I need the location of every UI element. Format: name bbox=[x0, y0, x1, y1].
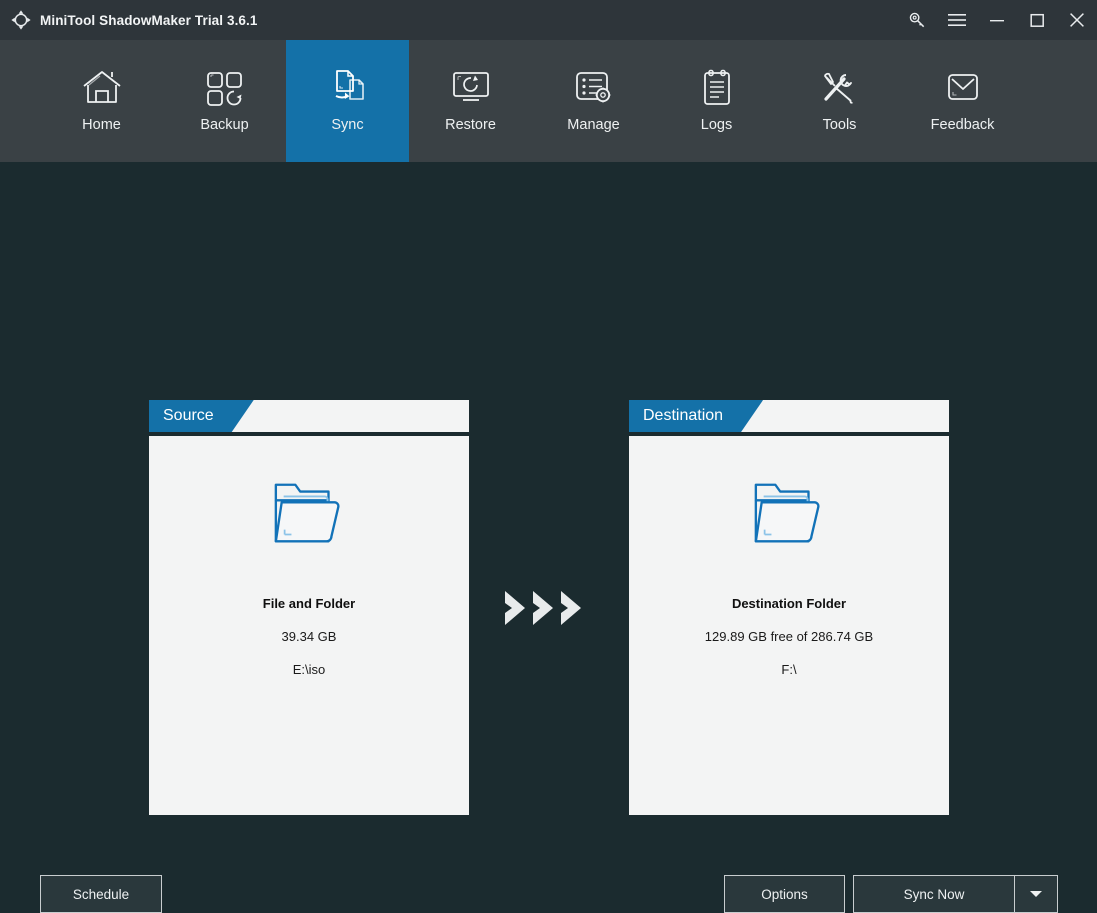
sync-page-content: Source File and Folder 39.34 GB E:\iso D… bbox=[0, 162, 1097, 913]
home-icon bbox=[81, 66, 123, 110]
nav-item-sync[interactable]: Sync bbox=[286, 40, 409, 162]
source-path: E:\iso bbox=[292, 662, 326, 677]
app-title: MiniTool ShadowMaker Trial 3.6.1 bbox=[40, 12, 258, 28]
destination-tab-label: Destination bbox=[643, 407, 724, 424]
schedule-button[interactable]: Schedule bbox=[40, 875, 162, 913]
title-bar: MiniTool ShadowMaker Trial 3.6.1 bbox=[0, 0, 1097, 40]
nav-label-feedback: Feedback bbox=[930, 117, 995, 133]
nav-label-manage: Manage bbox=[567, 117, 620, 133]
key-icon[interactable] bbox=[897, 0, 937, 40]
maximize-icon[interactable] bbox=[1017, 0, 1057, 40]
source-panel-body[interactable]: File and Folder 39.34 GB E:\iso bbox=[149, 436, 469, 815]
minimize-icon[interactable] bbox=[977, 0, 1017, 40]
nav-label-home: Home bbox=[82, 117, 121, 133]
nav-item-tools[interactable]: Tools bbox=[778, 40, 901, 162]
nav-label-logs: Logs bbox=[700, 117, 733, 133]
destination-panel-tab: Destination bbox=[629, 400, 763, 432]
open-folder-icon bbox=[754, 483, 820, 543]
source-size: 39.34 GB bbox=[281, 629, 337, 644]
source-panel-tab: Source bbox=[149, 400, 254, 432]
open-folder-icon bbox=[274, 483, 340, 543]
destination-size: 129.89 GB free of 286.74 GB bbox=[704, 629, 874, 644]
sync-now-button[interactable]: Sync Now bbox=[853, 875, 1058, 913]
triple-chevron-right-icon bbox=[505, 591, 581, 625]
feedback-envelope-icon bbox=[943, 66, 983, 110]
sync-now-label[interactable]: Sync Now bbox=[854, 876, 1014, 912]
destination-panel[interactable]: Destination Destination Folder 129.89 GB… bbox=[629, 400, 949, 815]
backup-squares-icon bbox=[205, 66, 245, 110]
source-panel[interactable]: Source File and Folder 39.34 GB E:\iso bbox=[149, 400, 469, 815]
nav-item-backup[interactable]: Backup bbox=[163, 40, 286, 162]
nav-item-restore[interactable]: Restore bbox=[409, 40, 532, 162]
nav-label-sync: Sync bbox=[331, 117, 364, 133]
nav-item-home[interactable]: Home bbox=[40, 40, 163, 162]
source-title: File and Folder bbox=[262, 596, 356, 611]
nav-label-tools: Tools bbox=[822, 117, 857, 133]
destination-panel-header: Destination bbox=[629, 400, 949, 432]
window-controls bbox=[897, 0, 1097, 40]
nav-label-restore: Restore bbox=[445, 117, 496, 133]
source-tab-label: Source bbox=[163, 407, 214, 424]
close-icon[interactable] bbox=[1057, 0, 1097, 40]
restore-monitor-icon bbox=[450, 66, 492, 110]
destination-path: F:\ bbox=[781, 662, 797, 677]
manage-list-gear-icon bbox=[573, 66, 615, 110]
destination-title: Destination Folder bbox=[731, 596, 847, 611]
sync-documents-icon bbox=[328, 66, 368, 110]
source-panel-header: Source bbox=[149, 400, 469, 432]
nav-item-feedback[interactable]: Feedback bbox=[901, 40, 1024, 162]
nav-label-backup: Backup bbox=[200, 117, 249, 133]
nav-item-manage[interactable]: Manage bbox=[532, 40, 655, 162]
hamburger-menu-icon[interactable] bbox=[937, 0, 977, 40]
nav-item-logs[interactable]: Logs bbox=[655, 40, 778, 162]
logs-clipboard-icon bbox=[699, 66, 735, 110]
tools-wrench-screwdriver-icon bbox=[820, 66, 860, 110]
chevron-down-icon[interactable] bbox=[1014, 876, 1057, 912]
options-button[interactable]: Options bbox=[724, 875, 845, 913]
destination-panel-body[interactable]: Destination Folder 129.89 GB free of 286… bbox=[629, 436, 949, 815]
sync-arrows-logo-icon bbox=[11, 10, 31, 30]
main-navigation: Home Backup Sync Restore Manage Logs Too… bbox=[0, 40, 1097, 162]
